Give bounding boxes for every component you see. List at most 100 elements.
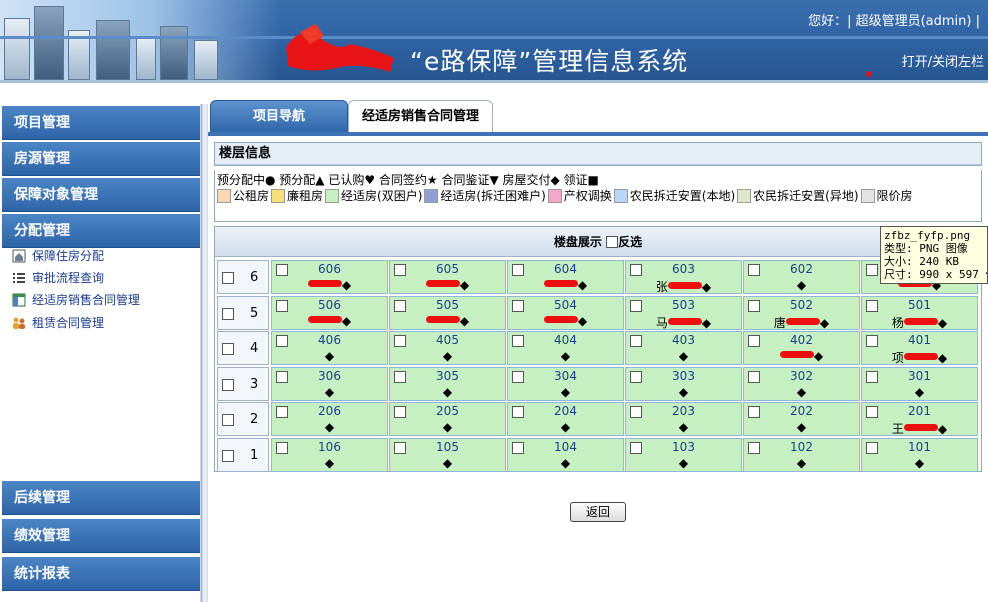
unit-cell[interactable]: 406 ◆ xyxy=(271,331,388,365)
room-number[interactable]: 106 xyxy=(272,440,387,454)
room-number[interactable]: 206 xyxy=(272,404,387,418)
room-number[interactable]: 503 xyxy=(626,298,741,312)
unit-cell[interactable]: 605 ◆ xyxy=(389,260,506,294)
room-number[interactable]: 501 xyxy=(862,298,977,312)
unit-status-symbol: ◆ xyxy=(324,420,335,434)
room-number[interactable]: 506 xyxy=(272,298,387,312)
unit-cell[interactable]: 206 ◆ xyxy=(271,402,388,436)
room-number[interactable]: 404 xyxy=(508,333,623,347)
unit-cell[interactable]: 403 ◆ xyxy=(625,331,742,365)
room-number[interactable]: 104 xyxy=(508,440,623,454)
menu-reports[interactable]: 统计报表 xyxy=(2,557,200,591)
menu-performance[interactable]: 绩效管理 xyxy=(2,519,200,553)
unit-status-symbol: ◆ xyxy=(937,422,948,436)
room-number[interactable]: 401 xyxy=(862,333,977,347)
room-number[interactable]: 303 xyxy=(626,369,741,383)
sub-item-housing-allocation[interactable]: 保障住房分配 xyxy=(12,246,104,266)
unit-cell[interactable]: 404 ◆ xyxy=(507,331,624,365)
room-number[interactable]: 202 xyxy=(744,404,859,418)
menu-followup[interactable]: 后续管理 xyxy=(2,481,200,515)
unit-cell[interactable]: 102 ◆ xyxy=(743,437,860,472)
unit-cell[interactable]: 204 ◆ xyxy=(507,402,624,436)
unit-cell[interactable]: 402 ◆ xyxy=(743,331,860,365)
room-number[interactable]: 105 xyxy=(390,440,505,454)
room-number[interactable]: 302 xyxy=(744,369,859,383)
room-number[interactable]: 305 xyxy=(390,369,505,383)
menu-allocation[interactable]: 分配管理 xyxy=(2,214,200,248)
room-number[interactable]: 606 xyxy=(272,262,387,276)
room-number[interactable]: 102 xyxy=(744,440,859,454)
room-number[interactable]: 406 xyxy=(272,333,387,347)
room-number[interactable]: 405 xyxy=(390,333,505,347)
room-number[interactable]: 604 xyxy=(508,262,623,276)
sub-item-approval-query[interactable]: 审批流程查询 xyxy=(12,268,104,288)
invert-select-checkbox[interactable] xyxy=(606,236,619,248)
unit-cell[interactable]: 205 ◆ xyxy=(389,402,506,436)
unit-cell[interactable]: 201 王 ◆ xyxy=(861,402,978,436)
room-number[interactable]: 306 xyxy=(272,369,387,383)
room-number[interactable]: 301 xyxy=(862,369,977,383)
room-number[interactable]: 205 xyxy=(390,404,505,418)
tab-project-nav[interactable]: 项目导航 xyxy=(210,100,348,134)
unit-cell[interactable]: 303 ◆ xyxy=(625,366,742,401)
room-number[interactable]: 203 xyxy=(626,404,741,418)
toggle-sidebar-link[interactable]: 打开/关闭左栏 xyxy=(902,51,984,70)
room-number[interactable]: 605 xyxy=(390,262,505,276)
room-number[interactable]: 402 xyxy=(744,333,859,347)
room-number[interactable]: 201 xyxy=(862,404,977,418)
unit-cell[interactable]: 506 ◆ xyxy=(271,295,388,330)
redaction-mark xyxy=(785,317,820,325)
unit-cell[interactable]: 305 ◆ xyxy=(389,366,506,401)
room-number[interactable]: 505 xyxy=(390,298,505,312)
sub-item-lease-contract[interactable]: 租赁合同管理 xyxy=(12,313,104,333)
room-number[interactable]: 504 xyxy=(508,298,623,312)
unit-cell[interactable]: 304 ◆ xyxy=(507,366,624,401)
unit-cell[interactable]: 606 ◆ xyxy=(271,260,388,294)
unit-cell[interactable]: 203 ◆ xyxy=(625,402,742,436)
floor-checkbox[interactable] xyxy=(222,449,234,462)
unit-cell[interactable]: 306 ◆ xyxy=(271,366,388,401)
floor-checkbox[interactable] xyxy=(222,414,234,426)
unit-cell[interactable]: 405 ◆ xyxy=(389,331,506,365)
unit-cell[interactable]: 603 张 ◆ xyxy=(625,260,742,294)
unit-cell[interactable]: 401 项 ◆ xyxy=(861,331,978,365)
unit-cell[interactable]: 202 ◆ xyxy=(743,402,860,436)
room-number[interactable]: 204 xyxy=(508,404,623,418)
unit-cell[interactable]: 302 ◆ xyxy=(743,366,860,401)
menu-housing[interactable]: 房源管理 xyxy=(2,142,200,176)
floor-checkbox[interactable] xyxy=(222,272,234,284)
room-number[interactable]: 103 xyxy=(626,440,741,454)
unit-cell[interactable]: 503 马 ◆ xyxy=(625,295,742,330)
unit-cell[interactable]: 301 ◆ xyxy=(861,366,978,401)
unit-cell[interactable]: 105 ◆ xyxy=(389,437,506,472)
back-button[interactable]: 返回 xyxy=(570,502,626,522)
sub-item-sales-contract[interactable]: 经适房销售合同管理 xyxy=(12,290,140,310)
unit-cell[interactable]: 602 ◆ xyxy=(743,260,860,294)
floor-checkbox[interactable] xyxy=(222,343,234,355)
unit-cell[interactable]: 501 杨 ◆ xyxy=(861,295,978,330)
unit-cell[interactable]: 104 ◆ xyxy=(507,437,624,472)
unit-cell[interactable]: 106 ◆ xyxy=(271,437,388,472)
unit-cell[interactable]: 103 ◆ xyxy=(625,437,742,472)
unit-cell[interactable]: 604 ◆ xyxy=(507,260,624,294)
room-number[interactable]: 502 xyxy=(744,298,859,312)
user-greeting[interactable]: 您好：| 超级管理员(admin) | xyxy=(808,10,980,29)
unit-cell[interactable]: 101 ◆ xyxy=(861,437,978,472)
room-number[interactable]: 101 xyxy=(862,440,977,454)
legend-swatch xyxy=(217,189,231,203)
menu-project[interactable]: 项目管理 xyxy=(2,106,200,140)
room-number[interactable]: 304 xyxy=(508,369,623,383)
unit-cell[interactable]: 505 ◆ xyxy=(389,295,506,330)
room-number[interactable]: 603 xyxy=(626,262,741,276)
tab-sales-contract[interactable]: 经适房销售合同管理 xyxy=(348,100,493,134)
unit-status-symbol: ◆ xyxy=(341,313,352,328)
room-number[interactable]: 403 xyxy=(626,333,741,347)
unit-cell[interactable]: 504 ◆ xyxy=(507,295,624,330)
unit-status: 项 ◆ xyxy=(862,349,977,366)
sidebar-splitter[interactable] xyxy=(201,104,208,602)
menu-beneficiary[interactable]: 保障对象管理 xyxy=(2,178,200,212)
room-number[interactable]: 602 xyxy=(744,262,859,276)
floor-checkbox[interactable] xyxy=(222,378,234,391)
floor-checkbox[interactable] xyxy=(222,307,234,320)
unit-cell[interactable]: 502 唐 ◆ xyxy=(743,295,860,330)
